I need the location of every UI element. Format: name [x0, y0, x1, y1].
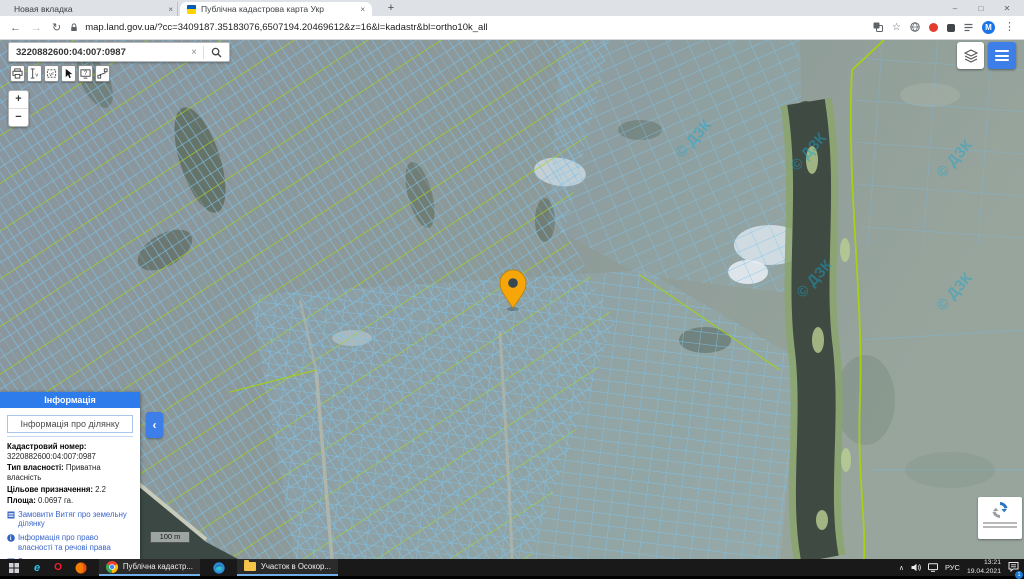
task-label: Публічна кадастр...: [123, 562, 193, 571]
edge-icon[interactable]: [213, 562, 225, 574]
zoom-out-button[interactable]: −: [9, 108, 28, 126]
tray-chevron-icon[interactable]: ∧: [899, 564, 904, 572]
taskbar-task-folder[interactable]: Участок в Осокор...: [237, 559, 338, 576]
language-indicator[interactable]: РУС: [945, 563, 960, 572]
new-tab-button[interactable]: +: [384, 2, 398, 16]
search-clear-icon[interactable]: ×: [185, 47, 203, 58]
tray-date: 19.04.2021: [967, 568, 1001, 575]
network-icon[interactable]: [928, 559, 938, 577]
info-panel: Інформація Інформація про ділянку Кадаст…: [0, 392, 140, 559]
task-label: Участок в Осокор...: [261, 562, 331, 571]
identify-info-button[interactable]: ?: [78, 65, 93, 82]
field-purpose: Цільове призначення: 2.2: [7, 485, 133, 495]
menu-button[interactable]: [988, 42, 1016, 69]
zoom-in-button[interactable]: +: [9, 91, 28, 108]
link-ownership-rights[interactable]: i Інформація про право власності та речо…: [7, 533, 133, 552]
map-logo-widget[interactable]: [978, 497, 1022, 539]
forward-icon[interactable]: →: [31, 22, 42, 34]
document-icon: [7, 511, 15, 519]
layers-icon: [963, 48, 979, 64]
info-panel-header[interactable]: Інформація: [0, 392, 140, 408]
zoom-control: + −: [8, 90, 29, 127]
svg-text:v: v: [35, 72, 38, 78]
panel-collapse-button[interactable]: ‹: [146, 412, 163, 438]
info-circle-icon: i: [7, 534, 15, 542]
menu-dots-icon[interactable]: ⋮: [1004, 22, 1015, 33]
cursor-select-button[interactable]: [61, 65, 76, 82]
firefox-icon[interactable]: [75, 562, 87, 574]
measure-area-button[interactable]: v²: [44, 65, 59, 82]
windows-taskbar: e O Публічна кадастр... Участок в Осокор…: [0, 559, 1024, 576]
list-extension-icon[interactable]: [964, 19, 973, 37]
internet-explorer-icon[interactable]: e: [34, 562, 40, 574]
lock-icon: [70, 23, 78, 32]
browser-tab-strip: Новая вкладка × Публічна кадастрова карт…: [0, 0, 1024, 16]
link-order-extract[interactable]: Замовити Витяг про земельну ділянку: [7, 510, 133, 529]
translate-icon[interactable]: [873, 19, 883, 37]
divider: [7, 436, 133, 437]
route-polyline-button[interactable]: [95, 65, 110, 82]
refresh-icon[interactable]: ↻: [52, 21, 61, 34]
opera-icon[interactable]: O: [54, 562, 62, 573]
layers-button[interactable]: [957, 42, 984, 69]
tab-new-tab[interactable]: Новая вкладка ×: [10, 2, 178, 16]
map-toolbar: v v² ?: [10, 65, 110, 82]
url-text[interactable]: map.land.gov.ua/?cc=3409187.35183076,650…: [85, 22, 487, 33]
field-area: Площа: 0.0697 га.: [7, 496, 133, 506]
window-controls: – □ ✕: [942, 0, 1020, 16]
system-tray: ∧ РУС 13:21 19.04.2021 1: [899, 559, 1019, 577]
tab-close-icon[interactable]: ×: [356, 5, 365, 14]
clock[interactable]: 13:21 19.04.2021: [967, 559, 1001, 575]
action-center-icon[interactable]: 1: [1008, 559, 1019, 577]
profile-avatar[interactable]: M: [982, 21, 995, 34]
field-ownership-type: Тип власності: Приватна власність: [7, 463, 133, 483]
folder-icon: [244, 562, 256, 571]
satellite-map[interactable]: © ДЗК © ДЗК © ДЗК © ДЗК © ДЗК: [0, 40, 1024, 559]
map-scale-bar: 100 m: [150, 532, 190, 543]
svg-text:v²: v²: [49, 72, 54, 78]
taskbar-task-chrome[interactable]: Публічна кадастр...: [99, 559, 200, 576]
bookmark-star-icon[interactable]: ☆: [892, 23, 901, 33]
back-icon[interactable]: ←: [10, 22, 21, 34]
pinned-extension-icon[interactable]: [947, 24, 955, 32]
search-icon[interactable]: [204, 47, 229, 58]
globe-extension-icon[interactable]: [910, 19, 920, 37]
measure-length-button[interactable]: v: [27, 65, 42, 82]
tab-cadastral-map[interactable]: Публічна кадастрова карта Укр ×: [180, 2, 372, 16]
start-button[interactable]: [9, 563, 19, 573]
parcel-info-title: Інформація про ділянку: [7, 415, 133, 433]
cadastral-search-box: ×: [8, 42, 230, 62]
browser-address-bar: ← → ↻ map.land.gov.ua/?cc=3409187.351830…: [0, 16, 1024, 40]
circular-arrows-icon: [990, 500, 1010, 520]
map-viewport[interactable]: © ДЗК © ДЗК © ДЗК © ДЗК © ДЗК × v v²: [0, 40, 1024, 559]
tab-title: Публічна кадастрова карта Укр: [201, 4, 356, 14]
search-input[interactable]: [9, 46, 185, 59]
window-maximize-button[interactable]: □: [968, 4, 994, 13]
tab-close-icon[interactable]: ×: [164, 5, 173, 14]
field-cadastral-number: Кадастровий номер:3220882600:04:007:0987: [7, 442, 133, 462]
notification-badge: 1: [1015, 571, 1023, 579]
tray-time: 13:21: [984, 559, 1001, 566]
chrome-icon: [106, 561, 118, 573]
volume-icon[interactable]: [911, 559, 921, 577]
red-extension-icon[interactable]: [929, 23, 938, 32]
window-close-button[interactable]: ✕: [994, 4, 1020, 13]
ukraine-flag-favicon: [187, 5, 196, 14]
print-button[interactable]: [10, 65, 25, 82]
tab-title: Новая вкладка: [14, 4, 164, 14]
window-minimize-button[interactable]: –: [942, 4, 968, 13]
